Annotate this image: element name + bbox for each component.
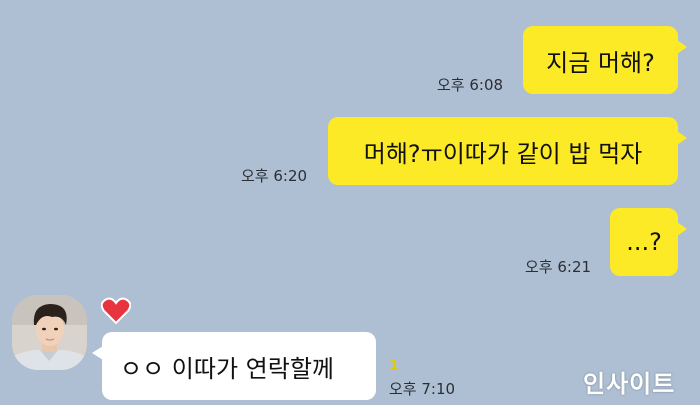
message-text: ㅇㅇ 이따가 연락할께 — [120, 354, 334, 383]
sent-message-bubble[interactable]: 머해?ㅠ이따가 같이 밥 먹자 — [328, 117, 687, 185]
message-timestamp: 오후 6:08 — [437, 76, 504, 94]
message-timestamp: 오후 6:21 — [525, 258, 592, 276]
heart-icon — [101, 297, 131, 325]
message-text: 머해?ㅠ이따가 같이 밥 먹자 — [363, 139, 643, 168]
profile-avatar[interactable] — [12, 295, 87, 370]
sent-message-bubble[interactable]: 지금 머해? — [523, 26, 687, 94]
chat-window: 지금 머해? 오후 6:08 머해?ㅠ이따가 같이 밥 먹자 오후 6:20 .… — [0, 0, 700, 405]
avatar-photo — [12, 295, 87, 370]
message-timestamp: 오후 7:10 — [389, 380, 456, 398]
message-text: 지금 머해? — [546, 48, 655, 77]
message-timestamp: 오후 6:20 — [241, 167, 308, 185]
watermark-logo: 인사이트 — [583, 370, 676, 398]
sent-message-bubble[interactable]: ...? — [610, 208, 687, 276]
unread-count-badge: 1 — [389, 358, 399, 374]
message-text: ...? — [626, 228, 662, 256]
received-message-bubble[interactable]: ㅇㅇ 이따가 연락할께 — [92, 332, 376, 400]
